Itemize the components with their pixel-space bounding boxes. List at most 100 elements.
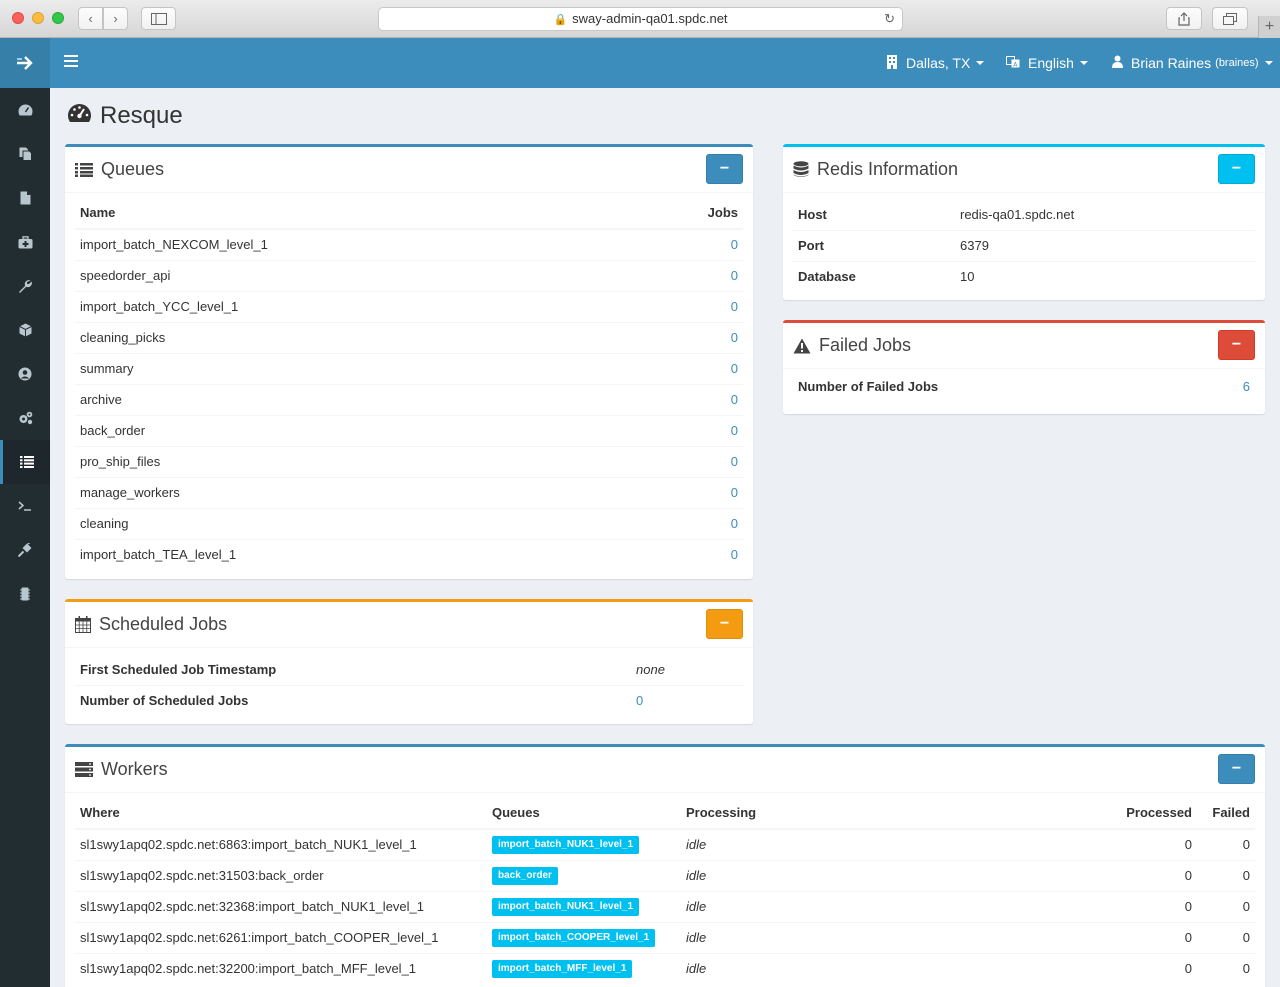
address-bar[interactable]: 🔒 sway-admin-qa01.spdc.net ↻: [378, 7, 903, 31]
redis-table: Host redis-qa01.spdc.net Port 6379 Datab…: [793, 199, 1255, 292]
worker-row: sl1swy1apq02.spdc.net:32200:import_batch…: [75, 952, 1255, 984]
redis-port-row: Port 6379: [793, 229, 1255, 261]
host-label: Host: [798, 206, 827, 222]
sidebar-item-list[interactable]: [0, 440, 50, 484]
user-dropdown[interactable]: Brian Raines (braines): [1112, 38, 1273, 88]
share-button[interactable]: [1166, 7, 1202, 30]
menu-toggle-icon[interactable]: [64, 55, 78, 70]
worker-queue-badge[interactable]: import_batch_NUK1_level_1: [492, 836, 640, 855]
queue-row: summary 0: [75, 352, 743, 384]
new-tab-button[interactable]: +: [1258, 16, 1280, 38]
col-failed: Failed: [1197, 793, 1255, 830]
reload-icon[interactable]: ↻: [884, 8, 895, 30]
queue-row: import_batch_YCC_level_1 0: [75, 290, 743, 322]
worker-queue-badge[interactable]: import_batch_COOPER_level_1: [492, 929, 656, 947]
port-value: 6379: [955, 229, 1255, 261]
collapse-failed-jobs-button[interactable]: −: [1218, 330, 1255, 360]
workers-table: Where Queues Processing Processed Failed…: [75, 793, 1255, 984]
sidebar-item-microchip[interactable]: [0, 572, 50, 616]
queue-jobs-link[interactable]: 0: [731, 547, 738, 562]
lock-icon: 🔒: [553, 14, 568, 26]
sidebar-item-cube[interactable]: [0, 308, 50, 352]
main-header: Dallas, TX A English Brian Raines (braine…: [50, 38, 1280, 88]
queue-jobs-link[interactable]: 0: [731, 485, 738, 500]
location-dropdown[interactable]: Dallas, TX: [886, 38, 985, 88]
minus-icon: −: [719, 615, 730, 632]
failed-jobs-box: Failed Jobs − Number of Failed Jobs 6: [783, 320, 1265, 414]
sidebar-item-terminal[interactable]: [0, 484, 50, 528]
worker-processed: 0: [1097, 859, 1197, 891]
scheduled-jobs-title: Scheduled Jobs: [99, 614, 228, 634]
worker-queue-badge[interactable]: import_batch_MFF_level_1: [492, 960, 633, 979]
host-value: redis-qa01.spdc.net: [960, 206, 1075, 222]
worker-processing: idle: [686, 899, 707, 914]
queue-jobs-link[interactable]: 0: [731, 299, 738, 314]
sidebar-item-dashboard[interactable]: [0, 88, 50, 132]
queues-box-header: Queues −: [65, 147, 753, 193]
sidebar-item-plug[interactable]: [0, 528, 50, 572]
queue-name: import_batch_NEXCOM_level_1: [75, 228, 630, 260]
col-jobs: Jobs: [629, 193, 743, 230]
share-icon: [1178, 12, 1190, 26]
close-window-button[interactable]: [12, 12, 24, 24]
language-label: English: [1028, 55, 1074, 71]
worker-queue-badge[interactable]: import_batch_NUK1_level_1: [492, 898, 640, 916]
language-icon: A: [1006, 55, 1020, 72]
minus-icon: −: [1231, 336, 1242, 353]
worker-processed: 0: [1097, 952, 1197, 984]
failed-count-link[interactable]: 6: [1243, 379, 1250, 394]
worker-processing: idle: [686, 930, 707, 945]
scheduled-jobs-box: Scheduled Jobs − First Scheduled Job Tim…: [65, 599, 753, 724]
queue-name: archive: [75, 383, 630, 415]
queue-jobs-link[interactable]: 0: [731, 454, 738, 469]
collapse-workers-button[interactable]: −: [1218, 754, 1255, 784]
sidebar-item-file[interactable]: [0, 176, 50, 220]
sidebar-toggle-button[interactable]: [141, 7, 176, 30]
tabs-overview-button[interactable]: [1212, 7, 1248, 30]
queue-jobs-link[interactable]: 0: [731, 423, 738, 438]
queue-jobs-link[interactable]: 0: [731, 361, 738, 376]
worker-where: sl1swy1apq02.spdc.net:6863:import_batch_…: [75, 828, 487, 860]
queue-row: archive 0: [75, 383, 743, 415]
queue-jobs-link[interactable]: 0: [731, 516, 738, 531]
minus-icon: −: [1231, 760, 1242, 777]
collapse-queues-button[interactable]: −: [706, 154, 743, 184]
worker-queue-badge[interactable]: back_order: [492, 867, 558, 885]
sidebar-item-medkit[interactable]: [0, 220, 50, 264]
queues-box: Queues − Name Jobs import_batch_NEXCOM_l…: [65, 144, 753, 579]
page-title-text: Resque: [100, 102, 183, 129]
warning-icon: [793, 338, 811, 354]
queue-jobs-link[interactable]: 0: [731, 330, 738, 345]
database-label: Database: [793, 260, 955, 292]
collapse-redis-button[interactable]: −: [1218, 154, 1255, 184]
scheduled-count-link[interactable]: 0: [636, 693, 643, 708]
queue-jobs-link[interactable]: 0: [731, 237, 738, 252]
forward-button[interactable]: ›: [103, 7, 128, 30]
sidebar-item-wrench[interactable]: [0, 264, 50, 308]
minimize-window-button[interactable]: [32, 12, 44, 24]
forward-icon: ›: [113, 11, 118, 26]
page-title: Resque: [67, 102, 183, 130]
scheduled-count-label: Number of Scheduled Jobs: [75, 684, 631, 716]
failed-count-row: Number of Failed Jobs 6: [793, 371, 1255, 402]
col-queues: Queues: [487, 793, 681, 830]
workers-box: Workers − Where Queues Processing Proces…: [65, 744, 1265, 987]
queue-row: import_batch_NEXCOM_level_1 0: [75, 228, 743, 260]
sidebar-item-user-circle[interactable]: [0, 352, 50, 396]
app-logo[interactable]: [0, 38, 50, 88]
sidebar-item-cogs[interactable]: [0, 396, 50, 440]
worker-processing: idle: [686, 868, 707, 883]
user-icon: [1112, 55, 1123, 71]
collapse-scheduled-jobs-button[interactable]: −: [706, 609, 743, 639]
zoom-window-button[interactable]: [52, 12, 64, 24]
language-dropdown[interactable]: A English: [1006, 38, 1088, 88]
queue-jobs-link[interactable]: 0: [731, 392, 738, 407]
list-icon: [75, 162, 93, 177]
queue-row: import_batch_TEA_level_1 0: [75, 538, 743, 570]
cube-icon: [18, 323, 32, 337]
queue-jobs-link[interactable]: 0: [731, 268, 738, 283]
back-button[interactable]: ‹: [78, 7, 103, 30]
worker-row: sl1swy1apq02.spdc.net:6863:import_batch_…: [75, 828, 1255, 860]
user-circle-icon: [18, 367, 32, 381]
sidebar-item-copy[interactable]: [0, 132, 50, 176]
